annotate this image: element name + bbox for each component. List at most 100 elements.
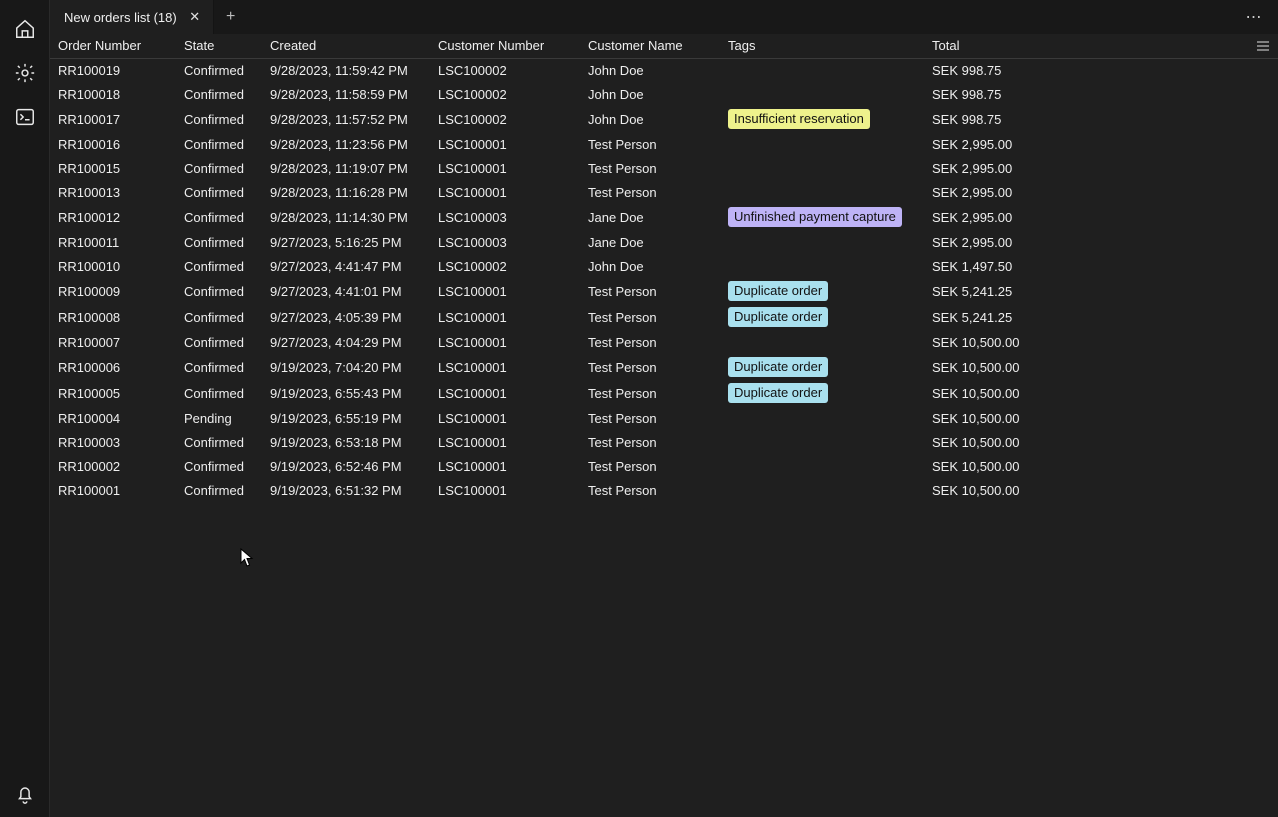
table-row[interactable]: RR100004Pending9/19/2023, 6:55:19 PMLSC1… <box>50 406 1278 430</box>
cell-name: Test Person <box>580 478 720 502</box>
cell-cust: LSC100001 <box>430 180 580 204</box>
cell-total: SEK 1,497.50 <box>924 254 1278 278</box>
cell-total: SEK 10,500.00 <box>924 454 1278 478</box>
cell-order: RR100013 <box>50 180 176 204</box>
tag-badge: Duplicate order <box>728 307 828 327</box>
tag-badge: Unfinished payment capture <box>728 207 902 227</box>
table-row[interactable]: RR100010Confirmed9/27/2023, 4:41:47 PMLS… <box>50 254 1278 278</box>
cell-order: RR100008 <box>50 304 176 330</box>
main-area: New orders list (18) ✕ + ⋯ Order Number <box>50 0 1278 817</box>
cell-state: Confirmed <box>176 278 262 304</box>
tab-title: New orders list (18) <box>64 10 177 25</box>
columns-config-icon[interactable] <box>1256 40 1270 55</box>
cell-order: RR100006 <box>50 354 176 380</box>
table-row[interactable]: RR100008Confirmed9/27/2023, 4:05:39 PMLS… <box>50 304 1278 330</box>
cell-state: Confirmed <box>176 156 262 180</box>
cell-cust: LSC100002 <box>430 58 580 82</box>
table-row[interactable]: RR100012Confirmed9/28/2023, 11:14:30 PML… <box>50 204 1278 230</box>
cell-total: SEK 5,241.25 <box>924 304 1278 330</box>
table-row[interactable]: RR100013Confirmed9/28/2023, 11:16:28 PML… <box>50 180 1278 204</box>
cell-state: Confirmed <box>176 132 262 156</box>
table-row[interactable]: RR100005Confirmed9/19/2023, 6:55:43 PMLS… <box>50 380 1278 406</box>
settings-button[interactable] <box>7 56 43 92</box>
col-state[interactable]: State <box>176 34 262 58</box>
terminal-button[interactable] <box>7 100 43 136</box>
cell-cust: LSC100003 <box>430 230 580 254</box>
cell-cust: LSC100001 <box>430 430 580 454</box>
more-button[interactable]: ⋯ <box>1240 3 1268 31</box>
cell-created: 9/28/2023, 11:58:59 PM <box>262 82 430 106</box>
tag-badge: Insufficient reservation <box>728 109 870 129</box>
cell-order: RR100011 <box>50 230 176 254</box>
table-row[interactable]: RR100006Confirmed9/19/2023, 7:04:20 PMLS… <box>50 354 1278 380</box>
col-order[interactable]: Order Number <box>50 34 176 58</box>
cell-state: Confirmed <box>176 180 262 204</box>
cell-cust: LSC100002 <box>430 82 580 106</box>
tag-badge: Duplicate order <box>728 357 828 377</box>
orders-table-wrap[interactable]: Order Number State Created Customer Numb… <box>50 34 1278 817</box>
cell-total: SEK 10,500.00 <box>924 406 1278 430</box>
cell-state: Confirmed <box>176 454 262 478</box>
col-cust[interactable]: Customer Number <box>430 34 580 58</box>
cell-total: SEK 998.75 <box>924 82 1278 106</box>
table-row[interactable]: RR100016Confirmed9/28/2023, 11:23:56 PML… <box>50 132 1278 156</box>
cell-name: Test Person <box>580 132 720 156</box>
table-row[interactable]: RR100015Confirmed9/28/2023, 11:19:07 PML… <box>50 156 1278 180</box>
cell-order: RR100015 <box>50 156 176 180</box>
cell-state: Confirmed <box>176 106 262 132</box>
cell-total: SEK 998.75 <box>924 106 1278 132</box>
cell-tags <box>720 478 924 502</box>
orders-table: Order Number State Created Customer Numb… <box>50 34 1278 502</box>
cell-created: 9/28/2023, 11:59:42 PM <box>262 58 430 82</box>
cell-state: Confirmed <box>176 254 262 278</box>
col-tags[interactable]: Tags <box>720 34 924 58</box>
tab-orders-list[interactable]: New orders list (18) ✕ <box>50 0 214 34</box>
table-header: Order Number State Created Customer Numb… <box>50 34 1278 58</box>
tab-bar: New orders list (18) ✕ + ⋯ <box>50 0 1278 34</box>
notifications-button[interactable] <box>7 777 43 813</box>
cell-tags: Unfinished payment capture <box>720 204 924 230</box>
table-row[interactable]: RR100011Confirmed9/27/2023, 5:16:25 PMLS… <box>50 230 1278 254</box>
cell-created: 9/19/2023, 6:52:46 PM <box>262 454 430 478</box>
cell-tags <box>720 82 924 106</box>
cell-order: RR100012 <box>50 204 176 230</box>
cell-order: RR100001 <box>50 478 176 502</box>
col-created[interactable]: Created <box>262 34 430 58</box>
cell-order: RR100003 <box>50 430 176 454</box>
table-row[interactable]: RR100017Confirmed9/28/2023, 11:57:52 PML… <box>50 106 1278 132</box>
cell-tags: Insufficient reservation <box>720 106 924 132</box>
cell-total: SEK 10,500.00 <box>924 430 1278 454</box>
cell-name: Test Person <box>580 454 720 478</box>
table-row[interactable]: RR100019Confirmed9/28/2023, 11:59:42 PML… <box>50 58 1278 82</box>
cell-tags <box>720 254 924 278</box>
cell-tags: Duplicate order <box>720 278 924 304</box>
table-row[interactable]: RR100009Confirmed9/27/2023, 4:41:01 PMLS… <box>50 278 1278 304</box>
cell-tags: Duplicate order <box>720 380 924 406</box>
table-row[interactable]: RR100007Confirmed9/27/2023, 4:04:29 PMLS… <box>50 330 1278 354</box>
cell-tags <box>720 430 924 454</box>
cell-order: RR100010 <box>50 254 176 278</box>
cell-tags <box>720 330 924 354</box>
new-tab-button[interactable]: + <box>214 0 248 34</box>
col-name[interactable]: Customer Name <box>580 34 720 58</box>
cell-total: SEK 998.75 <box>924 58 1278 82</box>
cell-created: 9/27/2023, 4:41:01 PM <box>262 278 430 304</box>
close-icon[interactable]: ✕ <box>187 9 203 25</box>
tag-badge: Duplicate order <box>728 383 828 403</box>
cell-created: 9/27/2023, 4:04:29 PM <box>262 330 430 354</box>
cell-tags <box>720 230 924 254</box>
col-total[interactable]: Total <box>924 34 1278 58</box>
cell-order: RR100004 <box>50 406 176 430</box>
table-row[interactable]: RR100001Confirmed9/19/2023, 6:51:32 PMLS… <box>50 478 1278 502</box>
home-button[interactable] <box>7 12 43 48</box>
cell-name: John Doe <box>580 254 720 278</box>
table-row[interactable]: RR100003Confirmed9/19/2023, 6:53:18 PMLS… <box>50 430 1278 454</box>
app-root: New orders list (18) ✕ + ⋯ Order Number <box>0 0 1278 817</box>
cell-order: RR100017 <box>50 106 176 132</box>
table-row[interactable]: RR100018Confirmed9/28/2023, 11:58:59 PML… <box>50 82 1278 106</box>
cell-total: SEK 2,995.00 <box>924 230 1278 254</box>
cell-created: 9/28/2023, 11:23:56 PM <box>262 132 430 156</box>
cell-name: John Doe <box>580 106 720 132</box>
table-row[interactable]: RR100002Confirmed9/19/2023, 6:52:46 PMLS… <box>50 454 1278 478</box>
cell-tags <box>720 58 924 82</box>
